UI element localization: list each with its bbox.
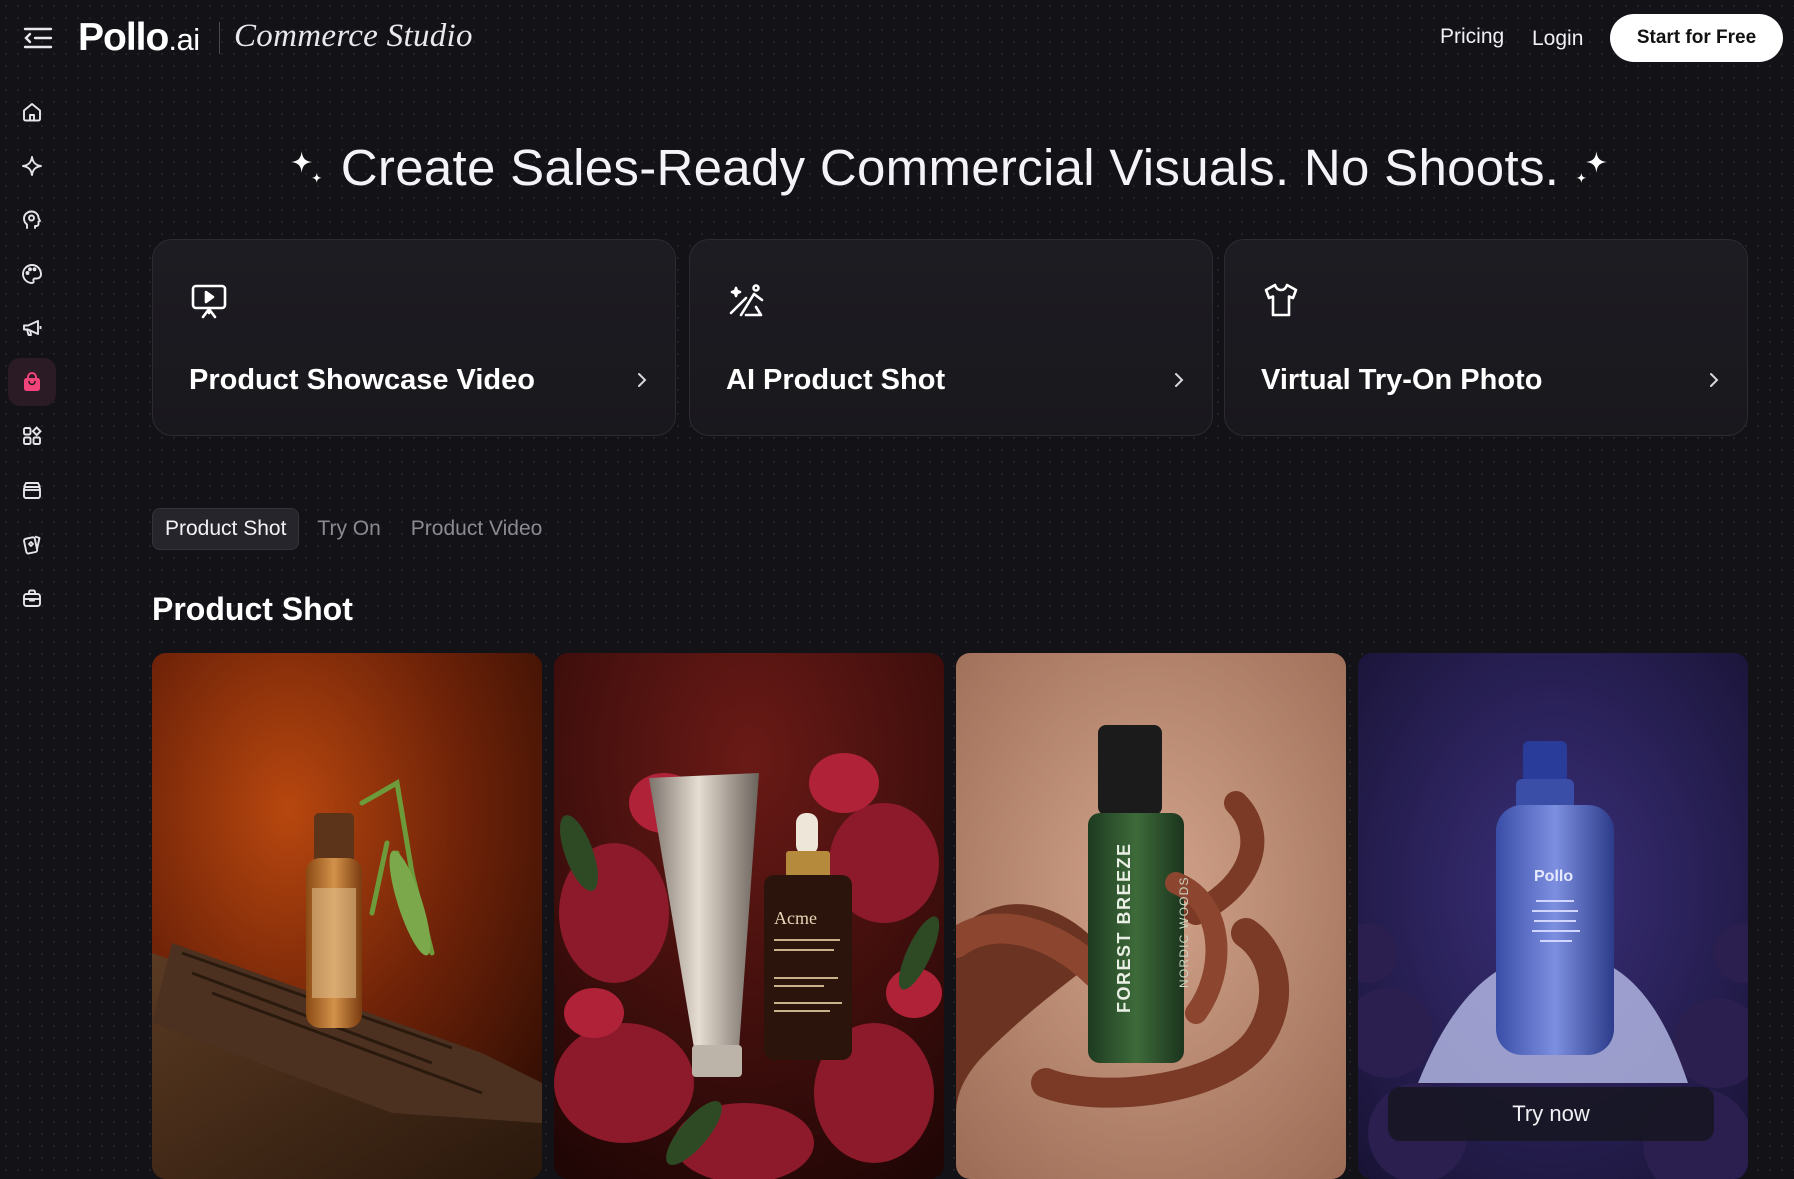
briefcase-icon xyxy=(23,589,41,607)
product-label-text: FOREST BREEZE xyxy=(1114,842,1134,1013)
product-sublabel-text: NORDIC WOODS xyxy=(1177,876,1191,988)
logo[interactable]: Pollo .ai xyxy=(78,16,200,62)
menu-collapse-icon xyxy=(23,27,53,49)
home-icon xyxy=(23,103,41,122)
feature-card-title: AI Product Shot xyxy=(726,364,946,396)
chevron-right-icon xyxy=(638,373,647,387)
sidebar-item-design[interactable] xyxy=(8,250,56,298)
chevron-right-icon xyxy=(1710,373,1719,387)
gallery-item-perfume-mantis[interactable] xyxy=(152,653,542,1179)
feature-card-virtual-try-on[interactable]: Virtual Try-On Photo xyxy=(1224,239,1748,436)
product-label-text: Pollo xyxy=(1534,868,1573,885)
cards-icon xyxy=(23,535,41,555)
product-name: Commerce Studio xyxy=(234,18,473,54)
category-tabs: Product Shot Try On Product Video xyxy=(152,508,554,550)
sidebar-item-avatar[interactable] xyxy=(8,196,56,244)
presentation-video-icon xyxy=(191,284,227,319)
hero-heading: Create Sales-Ready Commercial Visuals. N… xyxy=(290,132,1610,202)
tshirt-icon xyxy=(1264,283,1298,317)
try-now-button[interactable]: Try now xyxy=(1388,1087,1714,1141)
gallery-item-green-bottle[interactable]: FOREST BREEZE NORDIC WOODS xyxy=(956,653,1346,1179)
nav-pricing-link[interactable]: Pricing xyxy=(1440,25,1504,49)
feature-card-title: Virtual Try-On Photo xyxy=(1261,364,1543,396)
logo-suffix: .ai xyxy=(168,22,200,57)
feature-card-showcase-video[interactable]: Product Showcase Video xyxy=(152,239,676,436)
page: Pollo .ai Commerce Studio Pricing Login … xyxy=(0,0,1794,1179)
top-bar: Pollo .ai Commerce Studio Pricing Login … xyxy=(0,0,1794,78)
apps-grid-icon xyxy=(23,426,42,445)
sidebar-item-toolkit[interactable] xyxy=(8,574,56,622)
magic-wand-icon xyxy=(729,284,764,317)
nav-login-link[interactable]: Login xyxy=(1532,27,1583,51)
sidebar-item-apps[interactable] xyxy=(8,412,56,460)
sidebar-item-ai[interactable] xyxy=(8,142,56,190)
product-image: FOREST BREEZE NORDIC WOODS xyxy=(956,653,1346,1179)
box-icon xyxy=(23,482,41,499)
tab-product-video[interactable]: Product Video xyxy=(399,508,555,550)
gallery-item-blue-toner[interactable]: Pollo Try now xyxy=(1358,653,1748,1179)
gallery-item-cream-serum[interactable]: Acme xyxy=(554,653,944,1179)
logo-text: Pollo xyxy=(78,16,169,59)
megaphone-icon xyxy=(23,320,42,336)
product-image: Acme xyxy=(554,653,944,1179)
sparkle-decoration-icon xyxy=(290,151,322,183)
product-image xyxy=(152,653,542,1179)
chevron-right-icon xyxy=(1175,373,1184,387)
sidebar-item-home[interactable] xyxy=(8,88,56,136)
sparkle-decoration-icon xyxy=(1576,151,1608,183)
sidebar-item-marketing[interactable] xyxy=(8,304,56,352)
menu-button[interactable] xyxy=(22,24,54,52)
feature-card-title: Product Showcase Video xyxy=(189,364,535,396)
feature-card-ai-product-shot[interactable]: AI Product Shot xyxy=(689,239,1213,436)
logo-divider xyxy=(219,22,220,54)
sidebar-item-templates[interactable] xyxy=(8,520,56,568)
sidebar-item-assets[interactable] xyxy=(8,466,56,514)
head-profile-icon xyxy=(23,210,41,229)
product-label-text: Acme xyxy=(774,908,817,928)
start-for-free-button[interactable]: Start for Free xyxy=(1610,14,1783,62)
tab-try-on[interactable]: Try On xyxy=(305,508,392,550)
palette-icon xyxy=(22,264,42,284)
sparkle-icon xyxy=(22,156,42,176)
page-title: Create Sales-Ready Commercial Visuals. N… xyxy=(340,138,1560,196)
tab-product-shot[interactable]: Product Shot xyxy=(152,508,300,550)
section-title: Product Shot xyxy=(152,591,353,627)
shopping-bag-icon xyxy=(24,372,40,391)
sidebar-item-commerce[interactable] xyxy=(8,358,56,406)
